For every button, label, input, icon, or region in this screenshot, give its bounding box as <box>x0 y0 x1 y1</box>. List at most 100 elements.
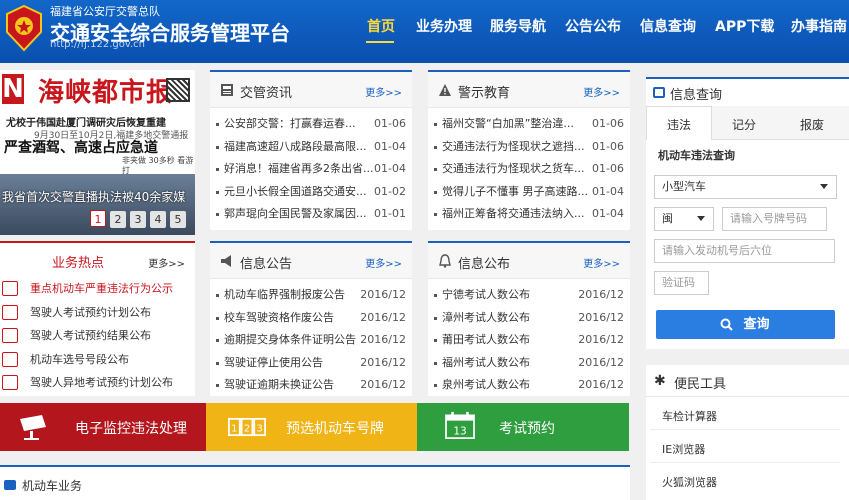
list-item[interactable]: 驾驶证停止使用公告 2016/12 <box>216 352 406 375</box>
nav-guide[interactable]: 办事指南 <box>791 16 847 36</box>
banner-label: 预选机动车号牌 <box>286 421 384 437</box>
query-button[interactable]: 查询 <box>656 310 835 339</box>
number-plate-icon: 123 <box>228 417 266 437</box>
panel-title: 信息公告 <box>240 257 293 272</box>
site-header: 福建省公安厅交警总队 交通安全综合服务管理平台 http://fj.122.go… <box>0 0 849 63</box>
slide-page-2[interactable]: 2 <box>110 211 126 228</box>
plate-preselect-banner[interactable]: 123 预选机动车号牌 <box>206 403 417 451</box>
tool-firefox-browser[interactable]: 火狐浏览器 <box>662 474 717 490</box>
tool-ie-browser[interactable]: IE浏览器 <box>662 441 705 457</box>
nav-active-underline <box>366 41 394 43</box>
nav-announcements[interactable]: 公告公布 <box>565 16 621 36</box>
qr-code-icon <box>166 78 190 102</box>
list-item[interactable]: 交通违法行为怪现状之遮挡... 01-06 <box>434 136 624 159</box>
news-headline-3: 严查酒驾、高速占应急道 <box>4 140 158 156</box>
warning-icon <box>439 84 451 96</box>
tool-car-inspection-calc[interactable]: 车检计算器 <box>662 408 717 424</box>
list-item[interactable]: 觉得儿子不懂事 男子高速路... 01-04 <box>434 181 624 204</box>
more-link[interactable]: 更多>> <box>365 255 402 270</box>
province-select[interactable]: 闽 <box>654 207 714 231</box>
svg-text:3: 3 <box>257 424 263 435</box>
panel-title: 信息查询 <box>670 88 723 103</box>
list-item[interactable]: 福建高速超八成路段最高限... 01-04 <box>216 136 406 159</box>
calendar-check-icon: 13 <box>445 411 475 439</box>
svg-text:13: 13 <box>453 426 466 438</box>
megaphone-icon <box>221 255 231 267</box>
nav-home[interactable]: 首页 <box>367 16 395 36</box>
plate-number-input[interactable]: 请输入号牌号码 <box>722 207 827 231</box>
news-slideshow[interactable]: N 海峡都市报 尤校于伟国赴厦门调研灾后恢复重建 9月30日至10月2日,福建多… <box>0 70 195 235</box>
list-item[interactable]: 重点机动车严重违法行为公示 <box>0 277 195 301</box>
nav-business[interactable]: 业务办理 <box>416 16 472 36</box>
camera-icon <box>20 415 46 440</box>
engine-number-input[interactable]: 请输入发动机号后六位 <box>654 239 835 263</box>
list-item[interactable]: 漳州考试人数公布 2016/12 <box>434 307 624 330</box>
search-icon <box>720 318 733 331</box>
list-item[interactable]: 泉州考试人数公布 2016/12 <box>434 374 624 397</box>
banner-label: 考试预约 <box>499 421 555 437</box>
list-item[interactable]: 驾驶人考试预约计划公布 <box>0 301 195 325</box>
divider <box>650 462 840 463</box>
bell-icon <box>439 254 451 268</box>
news-headline-1: 尤校于伟国赴厦门调研灾后恢复重建 <box>6 118 166 129</box>
list-item[interactable]: 校车驾驶资格作废公告 2016/12 <box>216 307 406 330</box>
news-headline-4: 非夹做 30多秒 看游打 <box>122 156 194 175</box>
list-item[interactable]: 福州考试人数公布 2016/12 <box>434 352 624 375</box>
newspaper-logo: N <box>2 74 24 104</box>
slide-page-1[interactable]: 1 <box>90 210 106 227</box>
exam-booking-banner[interactable]: 13 考试预约 <box>417 403 629 451</box>
main-nav: 首页 业务办理 服务导航 公告公布 信息查询 APP下载 办事指南 <box>0 16 849 46</box>
list-item[interactable]: 福州交警“白加黑”整治違... 01-06 <box>434 113 624 136</box>
list-item[interactable]: 郭声琨向全国民警及家属因... 01-01 <box>216 203 406 226</box>
car-search-icon <box>653 87 665 98</box>
list-item[interactable]: 好消息！福建省再多2条出省... 01-04 <box>216 158 406 181</box>
gear-icon: ✱ <box>654 373 666 389</box>
panel-title: 便民工具 <box>674 377 727 392</box>
car-icon <box>4 480 16 490</box>
e-monitoring-banner[interactable]: 电子监控违法处理 <box>0 403 206 451</box>
query-subtitle: 机动车违法查询 <box>658 149 735 162</box>
nav-service-guide[interactable]: 服务导航 <box>490 16 546 36</box>
list-item[interactable]: 交通违法行为怪现状之货车... 01-06 <box>434 158 624 181</box>
divider <box>650 429 840 430</box>
slide-pager: 12345 <box>90 210 190 228</box>
more-link[interactable]: 更多>> <box>365 84 402 99</box>
slide-page-5[interactable]: 5 <box>170 211 186 228</box>
car-icon <box>2 375 18 390</box>
list-item[interactable]: 宁德考试人数公布 2016/12 <box>434 284 624 307</box>
slide-page-3[interactable]: 3 <box>130 211 146 228</box>
captcha-input[interactable]: 验证码 <box>654 271 709 295</box>
nav-app-download[interactable]: APP下载 <box>715 16 774 36</box>
list-item[interactable]: 逾期提交身体条件证明公告 2016/12 <box>216 329 406 352</box>
slide-caption[interactable]: 我省首次交警直播执法被40余家媒 <box>2 188 185 205</box>
list-item[interactable]: 元旦小长假全国道路交通安... 01-02 <box>216 181 406 204</box>
list-item[interactable]: 驾驶人考试预约结果公布 <box>0 324 195 348</box>
list-item[interactable]: 莆田考试人数公布 2016/12 <box>434 329 624 352</box>
newspaper-icon <box>221 84 233 96</box>
list-item[interactable]: 机动车临界强制报废公告 2016/12 <box>216 284 406 307</box>
list-item[interactable]: 驾驶人异地考试预约计划公布 <box>0 371 195 395</box>
list-item[interactable]: 福州正筹备将交通违法纳入... 01-04 <box>434 203 624 226</box>
calendar-icon <box>2 304 18 320</box>
plate-icon <box>2 351 18 367</box>
vehicle-business-section: 机动车业务 <box>0 465 630 500</box>
vehicle-type-select[interactable]: 小型汽车 <box>654 175 837 199</box>
tab-violation[interactable]: 违法 <box>667 116 691 133</box>
more-link[interactable]: 更多>> <box>583 84 620 99</box>
panel-title: 信息公布 <box>458 257 511 272</box>
list-item[interactable]: 公安部交警：打赢春运春... 01-06 <box>216 113 406 136</box>
tab-points[interactable]: 记分 <box>732 116 756 133</box>
list-item[interactable]: 驾驶证逾期未换证公告 2016/12 <box>216 374 406 397</box>
nav-info-query[interactable]: 信息查询 <box>640 16 696 36</box>
info-publish-panel: 信息公布 更多>> 宁德考试人数公布 2016/12 漳州考试人数公布 2016/1… <box>428 241 630 396</box>
svg-text:1: 1 <box>231 424 237 435</box>
panel-title: 交管资讯 <box>240 86 293 101</box>
slide-page-4[interactable]: 4 <box>150 211 166 228</box>
list-item[interactable]: 机动车选号号段公布 <box>0 348 195 372</box>
more-link[interactable]: 更多>> <box>148 255 185 270</box>
more-link[interactable]: 更多>> <box>583 255 620 270</box>
section-title: 机动车业务 <box>22 479 83 493</box>
business-hotspot-panel: 业务热点 更多>> 重点机动车严重违法行为公示 驾驶人考试预约计划公布 驾驶人考… <box>0 241 195 396</box>
svg-text:2: 2 <box>244 424 250 435</box>
tab-scrap[interactable]: 报废 <box>800 116 824 133</box>
